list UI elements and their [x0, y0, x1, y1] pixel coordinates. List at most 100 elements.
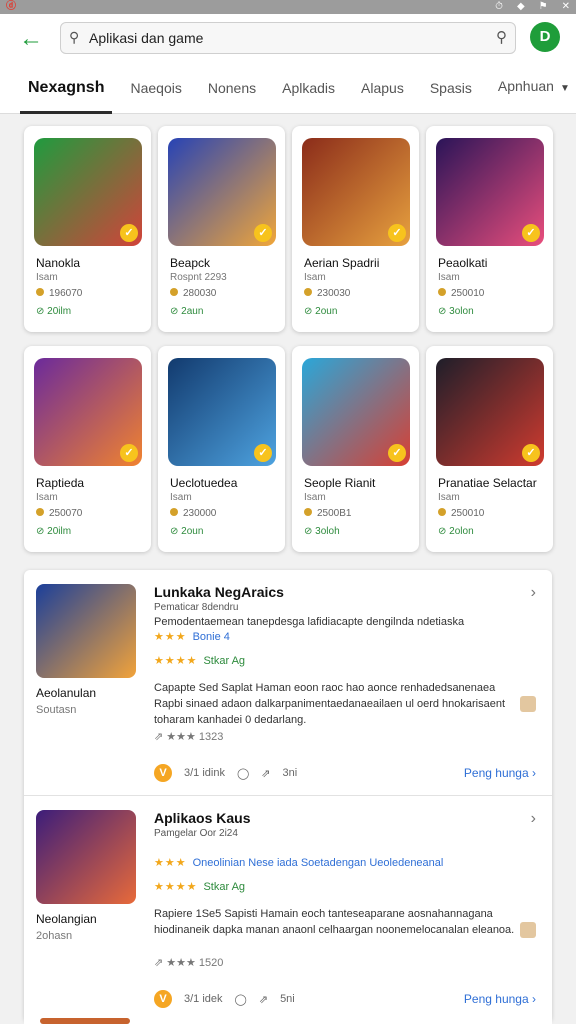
downloads-value: 250010 [451, 508, 485, 519]
app-card[interactable]: ✓ Raptieda Isam 250070 ⊘ 20ilm [24, 346, 151, 552]
verified-badge-icon: ✓ [388, 224, 406, 242]
like-icon[interactable]: ⇗ [259, 993, 268, 1006]
list-item-mini-rating: ⇗ ★★★ 1323 [154, 731, 224, 743]
download-coin-icon [170, 508, 178, 516]
downloads-value: 230030 [317, 288, 351, 299]
tab-1[interactable]: Naeqois [130, 62, 181, 114]
tab-5[interactable]: Spasis [430, 62, 472, 114]
list-item-tagline: ★★★ Bonie 4 [154, 630, 230, 643]
verified-badge-icon: ✓ [254, 224, 272, 242]
list-item-line: Pemodentaemean tanepdesga lafidiacapte d… [154, 616, 465, 628]
app-developer: Isam [36, 492, 58, 503]
tab-4[interactable]: Alapus [361, 62, 404, 114]
list-item-tagline: ★★★ Oneolinian Nese iada Soetadengan Ueol… [154, 856, 443, 869]
chevron-right-icon[interactable]: › [531, 810, 536, 828]
app-list: Aeolanulan Soutasn Lunkaka NegAraics › Pemat… [24, 570, 552, 1022]
downloads-value: 250010 [451, 288, 485, 299]
app-developer: Isam [304, 272, 326, 283]
location-icon: ⚑ [538, 1, 548, 12]
size-value: 20ilm [47, 526, 72, 537]
close-icon: ✕ [561, 1, 570, 12]
app-card[interactable]: ✓ Ueclotuedea Isam 230000 ⊘ 2oun [158, 346, 285, 552]
app-downloads: 196070 [36, 288, 82, 299]
app-card[interactable]: ✓ Beapck Rospnt 2293 280030 ⊘ 2aun [158, 126, 285, 332]
list-item[interactable]: Neolangian 2ohasn Aplikaos Kaus › Pamgelar O… [24, 796, 552, 1022]
chevron-right-icon[interactable]: › [531, 584, 536, 602]
app-card[interactable]: ✓ Peaolkati Isam 250010 ⊘ 3olon [426, 126, 553, 332]
app-size: ⊘ 20ilm [36, 526, 72, 537]
app-developer: Isam [304, 492, 326, 503]
app-card[interactable]: ✓ Aerian Spadrii Isam 230030 ⊘ 2oun [292, 126, 419, 332]
app-card[interactable]: ✓ Pranatiae Selactar Isam 250010 ⊘ 2olon [426, 346, 553, 552]
app-card[interactable]: ✓ Seople Rianit Isam 2500B1 ⊘ 3oloh [292, 346, 419, 552]
list-item-thumbnail [36, 584, 136, 678]
tab-3[interactable]: Aplkadis [282, 62, 335, 114]
list-item-title: Lunkaka NegAraics [154, 584, 284, 600]
app-name: Seople Rianit [304, 476, 376, 490]
downloads-value: 196070 [49, 288, 83, 299]
app-downloads: 250010 [438, 288, 484, 299]
tagline-text: Oneolinian Nese iada Soetadengan Ueolede… [192, 857, 444, 869]
list-item-subtitle: Pematicar 8dendru [154, 602, 239, 613]
signal-icon: ◆ [516, 1, 525, 12]
app-downloads: 230030 [304, 288, 350, 299]
search-box[interactable]: ⚲ ⚲ [60, 22, 516, 54]
rating-text: Stkar Ag [203, 881, 246, 893]
app-downloads: 250070 [36, 508, 82, 519]
app-name: Pranatiae Selactar [438, 476, 537, 490]
list-item-rating: ★★★★ Stkar Ag [154, 880, 245, 893]
app-size: ⊘ 3olon [438, 306, 474, 317]
more-link-label: Peng hunga [463, 766, 529, 780]
image-icon [520, 922, 536, 938]
app-icon: ✓ [436, 138, 544, 246]
star-rating-icon: ★★★★ [154, 655, 198, 667]
verified-badge-icon: ✓ [120, 444, 138, 462]
more-link[interactable]: Peng hunga › [464, 766, 536, 780]
download-coin-icon [304, 288, 312, 296]
chevron-down-icon: ▼ [559, 83, 570, 94]
size-value: 3oloh [315, 526, 340, 537]
voice-search-icon[interactable]: ⚲ [496, 28, 507, 46]
verified-badge-icon: ✓ [120, 224, 138, 242]
download-coin-icon [438, 288, 446, 296]
clock-icon: ⏱ [495, 1, 503, 12]
app-card[interactable]: ✓ Nanokla Isam 196070 ⊘ 20ilm [24, 126, 151, 332]
list-item-thumbnail [36, 810, 136, 904]
app-icon: ✓ [168, 138, 276, 246]
tab-0[interactable]: Nexagnsh [19, 62, 113, 114]
verified-badge-icon: ✓ [522, 444, 540, 462]
app-icon: ✓ [34, 138, 142, 246]
chat-icon[interactable]: ◯ [235, 993, 247, 1006]
like-icon[interactable]: ⇗ [261, 767, 270, 780]
app-name: Beapck [170, 256, 211, 270]
downloads-value: 280030 [183, 288, 217, 299]
size-value: 20ilm [47, 306, 72, 317]
search-input[interactable] [89, 27, 479, 49]
app-size: ⊘ 2olon [438, 526, 474, 537]
chat-text: 5ni [280, 993, 295, 1005]
more-link[interactable]: Peng hunga › [464, 992, 536, 1006]
back-arrow-icon[interactable]: ← [16, 24, 46, 54]
list-item-title: Aplikaos Kaus [154, 810, 251, 826]
next-list-item-peek [24, 1010, 552, 1024]
app-developer: Isam [438, 492, 460, 503]
app-size: ⊘ 3oloh [304, 526, 340, 537]
download-coin-icon [304, 508, 312, 516]
size-value: 2olon [449, 526, 474, 537]
chat-icon[interactable]: ◯ [237, 767, 249, 780]
image-icon [520, 696, 536, 712]
verified-badge-icon: ✓ [254, 444, 272, 462]
app-icon: ✓ [436, 358, 544, 466]
star-rating-icon: ★★★ [154, 857, 187, 869]
app-size: ⊘ 2aun [170, 306, 204, 317]
profile-avatar[interactable]: D [530, 22, 560, 52]
app-downloads: 2500B1 [304, 508, 351, 519]
list-item[interactable]: Aeolanulan Soutasn Lunkaka NegAraics › Pemat… [24, 570, 552, 796]
list-item-mini-rating: ⇗ ★★★ 1520 [154, 957, 224, 969]
search-icon: ⚲ [69, 29, 80, 45]
list-item-side-sub: 2ohasn [36, 930, 73, 942]
list-item-actions: V 3/1 idek ◯ ⇗ 5ni [154, 990, 295, 1008]
tab-2[interactable]: Nonens [208, 62, 256, 114]
app-downloads: 230000 [170, 508, 216, 519]
tab-6[interactable]: Apnhuan ▼ [498, 60, 570, 115]
